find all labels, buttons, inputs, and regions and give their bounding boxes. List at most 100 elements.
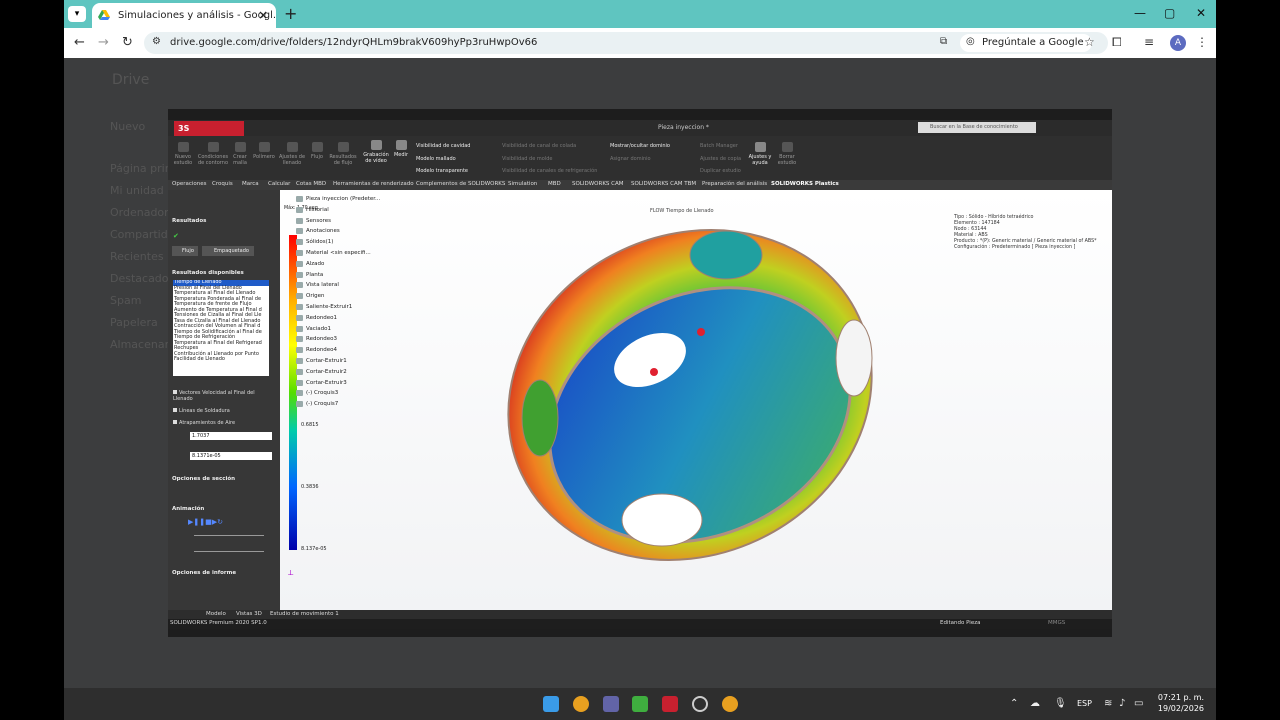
- ribbon-flow-results[interactable]: Resultados de flujo: [328, 142, 358, 166]
- solidworks-icon[interactable]: [662, 696, 678, 712]
- reload-icon[interactable]: ↻: [122, 35, 133, 50]
- volume-icon[interactable]: ♪: [1119, 698, 1125, 709]
- media-icon[interactable]: ≡: [1144, 35, 1154, 49]
- ribbon-meshed-model[interactable]: Modelo mallado: [416, 153, 470, 166]
- tree-item[interactable]: (-) Croquis3: [294, 388, 380, 399]
- cast-icon[interactable]: ⧉: [940, 36, 947, 47]
- sw-search-input[interactable]: Buscar en la Base de conocimiento: [918, 122, 1036, 133]
- teams-icon[interactable]: [603, 696, 619, 712]
- extensions-icon[interactable]: ⧠: [1112, 35, 1122, 50]
- forward-icon[interactable]: →: [98, 35, 109, 50]
- ask-google-button[interactable]: ◎ Pregúntale a Google: [960, 34, 1092, 52]
- app-green-cube-icon[interactable]: [632, 696, 648, 712]
- ribbon-mold-visibility[interactable]: Visibilidad de molde: [502, 153, 597, 166]
- close-window-icon[interactable]: ✕: [1196, 6, 1206, 20]
- tree-item[interactable]: (-) Croquis7: [294, 399, 380, 410]
- play-icon[interactable]: ▶❚❚■▶↻: [188, 518, 223, 526]
- tree-item[interactable]: Pieza inyeccion (Predeter...: [294, 194, 380, 205]
- tab-vistas-3d[interactable]: Vistas 3D: [236, 611, 262, 617]
- min-value-input[interactable]: 8.1371e-05: [190, 452, 272, 460]
- max-value-input[interactable]: 1.7037: [190, 432, 272, 440]
- clock[interactable]: 07:21 p. m. 19/02/2026: [1158, 692, 1204, 714]
- app-circle-icon[interactable]: [692, 696, 708, 712]
- ribbon-boundary-conditions[interactable]: Condiciones de contorno: [196, 142, 230, 166]
- tree-item[interactable]: Material <sin especifi...: [294, 248, 380, 259]
- ribbon-cooling-visibility[interactable]: Visibilidad de canales de refrigeración: [502, 165, 597, 178]
- tree-item[interactable]: Vista lateral: [294, 280, 380, 291]
- tree-item[interactable]: Origen: [294, 291, 380, 302]
- tree-item[interactable]: Planta: [294, 270, 380, 281]
- ribbon-fill-settings[interactable]: Ajustes de llenado: [278, 142, 306, 166]
- sw-graphics-area[interactable]: Máx: 1.70 seg 0.6815 0.3836 8.137e-05 Pi…: [280, 190, 1112, 610]
- ribbon-measure[interactable]: Medir: [392, 140, 410, 158]
- chrome-icon[interactable]: [573, 696, 589, 712]
- tab-sw-cam[interactable]: SOLIDWORKS CAM: [572, 181, 624, 187]
- ribbon-duplicate-study[interactable]: Duplicar estudio: [700, 165, 741, 178]
- ribbon-settings-help[interactable]: Ajustes y ayuda: [748, 142, 772, 166]
- wifi-icon[interactable]: ≋: [1104, 698, 1112, 709]
- chrome-icon[interactable]: [722, 696, 738, 712]
- new-tab-button[interactable]: +: [284, 4, 297, 23]
- tab-search-button[interactable]: ▾: [68, 6, 86, 22]
- tree-item[interactable]: Sensores: [294, 216, 380, 227]
- sw-units[interactable]: MMGS: [1048, 620, 1065, 626]
- tab-analysis-prep[interactable]: Preparación del análisis: [702, 181, 767, 187]
- tree-item[interactable]: Sólidos(1): [294, 237, 380, 248]
- ribbon-flow[interactable]: Flujo: [308, 142, 326, 160]
- ribbon-polymer[interactable]: Polímero: [252, 142, 276, 160]
- tab-motion-study[interactable]: Estudio de movimiento 1: [270, 611, 339, 617]
- ribbon-transparent-model[interactable]: Modelo transparente: [416, 165, 470, 178]
- onedrive-icon[interactable]: ☁: [1030, 698, 1040, 709]
- tab-sw-cam-tbm[interactable]: SOLIDWORKS CAM TBM: [631, 181, 696, 187]
- site-info-icon[interactable]: ⚙: [152, 36, 161, 47]
- ok-check-icon[interactable]: ✔: [173, 232, 179, 240]
- tab-croquis[interactable]: Croquis: [212, 181, 233, 187]
- url-text[interactable]: drive.google.com/drive/folders/12ndyrQHL…: [170, 37, 537, 48]
- tab-calcular[interactable]: Calcular: [268, 181, 290, 187]
- list-item[interactable]: Facilidad de Llenado: [173, 356, 269, 363]
- menu-icon[interactable]: ⋮: [1196, 35, 1208, 49]
- ribbon-runner-visibility[interactable]: Visibilidad de canal de colada: [502, 140, 597, 153]
- tab-mbd[interactable]: MBD: [548, 181, 561, 187]
- ribbon-assign-domain[interactable]: Asignar dominio: [610, 153, 670, 166]
- tree-item[interactable]: Saliente-Extruir1: [294, 302, 380, 313]
- language-indicator[interactable]: ESP: [1077, 699, 1092, 708]
- velocity-vectors-checkbox[interactable]: Vectores Velocidad al Final del Llenado: [173, 390, 263, 402]
- tree-item[interactable]: Cortar-Extruir2: [294, 367, 380, 378]
- ribbon-cavity-visibility[interactable]: Visibilidad de cavidad: [416, 140, 470, 153]
- ribbon-mesh[interactable]: Crear malla: [232, 142, 248, 166]
- close-tab-icon[interactable]: ×: [258, 8, 268, 22]
- tree-item[interactable]: Redondeo3: [294, 334, 380, 345]
- address-bar[interactable]: ⚙ drive.google.com/drive/folders/12ndyrQ…: [144, 32, 1108, 54]
- tree-item[interactable]: Historial: [294, 205, 380, 216]
- avatar[interactable]: A: [1170, 35, 1186, 51]
- tab-simulation[interactable]: Simulation: [508, 181, 537, 187]
- tree-item[interactable]: Anotaciones: [294, 226, 380, 237]
- air-traps-checkbox[interactable]: Atrapamientos de Aire: [173, 420, 235, 426]
- ribbon-video-record[interactable]: Grabación de vídeo: [362, 140, 390, 164]
- tab-marca[interactable]: Marca: [242, 181, 259, 187]
- browser-tab[interactable]: Simulaciones y análisis - Googl... ×: [92, 3, 276, 28]
- empaquetado-button[interactable]: Empaquetado: [202, 246, 254, 256]
- back-icon[interactable]: ←: [74, 35, 85, 50]
- tree-item[interactable]: Cortar-Extruir3: [294, 378, 380, 389]
- tree-item[interactable]: Alzado: [294, 259, 380, 270]
- animation-frames-slider[interactable]: [194, 551, 264, 552]
- ribbon-delete-study[interactable]: Borrar estudio: [776, 142, 798, 166]
- animation-speed-slider[interactable]: [194, 535, 264, 536]
- fill-time-part-model[interactable]: [500, 220, 880, 570]
- results-list[interactable]: Tiempo de Llenado Presión al Final del L…: [173, 280, 269, 376]
- tab-render-tools[interactable]: Herramientas de renderizado: [333, 181, 414, 187]
- tree-item[interactable]: Cortar-Extruir1: [294, 356, 380, 367]
- weld-lines-checkbox[interactable]: Líneas de Soldadura: [173, 408, 230, 414]
- flujo-button[interactable]: Flujo: [172, 246, 198, 256]
- microphone-icon[interactable]: 🎙: [1054, 698, 1067, 709]
- windows-start-icon[interactable]: [543, 696, 559, 712]
- tab-operaciones[interactable]: Operaciones: [172, 181, 207, 187]
- tab-modelo[interactable]: Modelo: [206, 611, 226, 617]
- tree-item[interactable]: Redondeo4: [294, 345, 380, 356]
- ribbon-new-study[interactable]: Nuevo estudio: [172, 142, 194, 166]
- bookmark-star-icon[interactable]: ☆: [1084, 35, 1095, 49]
- tree-item[interactable]: Vaciado1: [294, 324, 380, 335]
- tab-sw-plastics[interactable]: SOLIDWORKS Plastics: [771, 181, 839, 187]
